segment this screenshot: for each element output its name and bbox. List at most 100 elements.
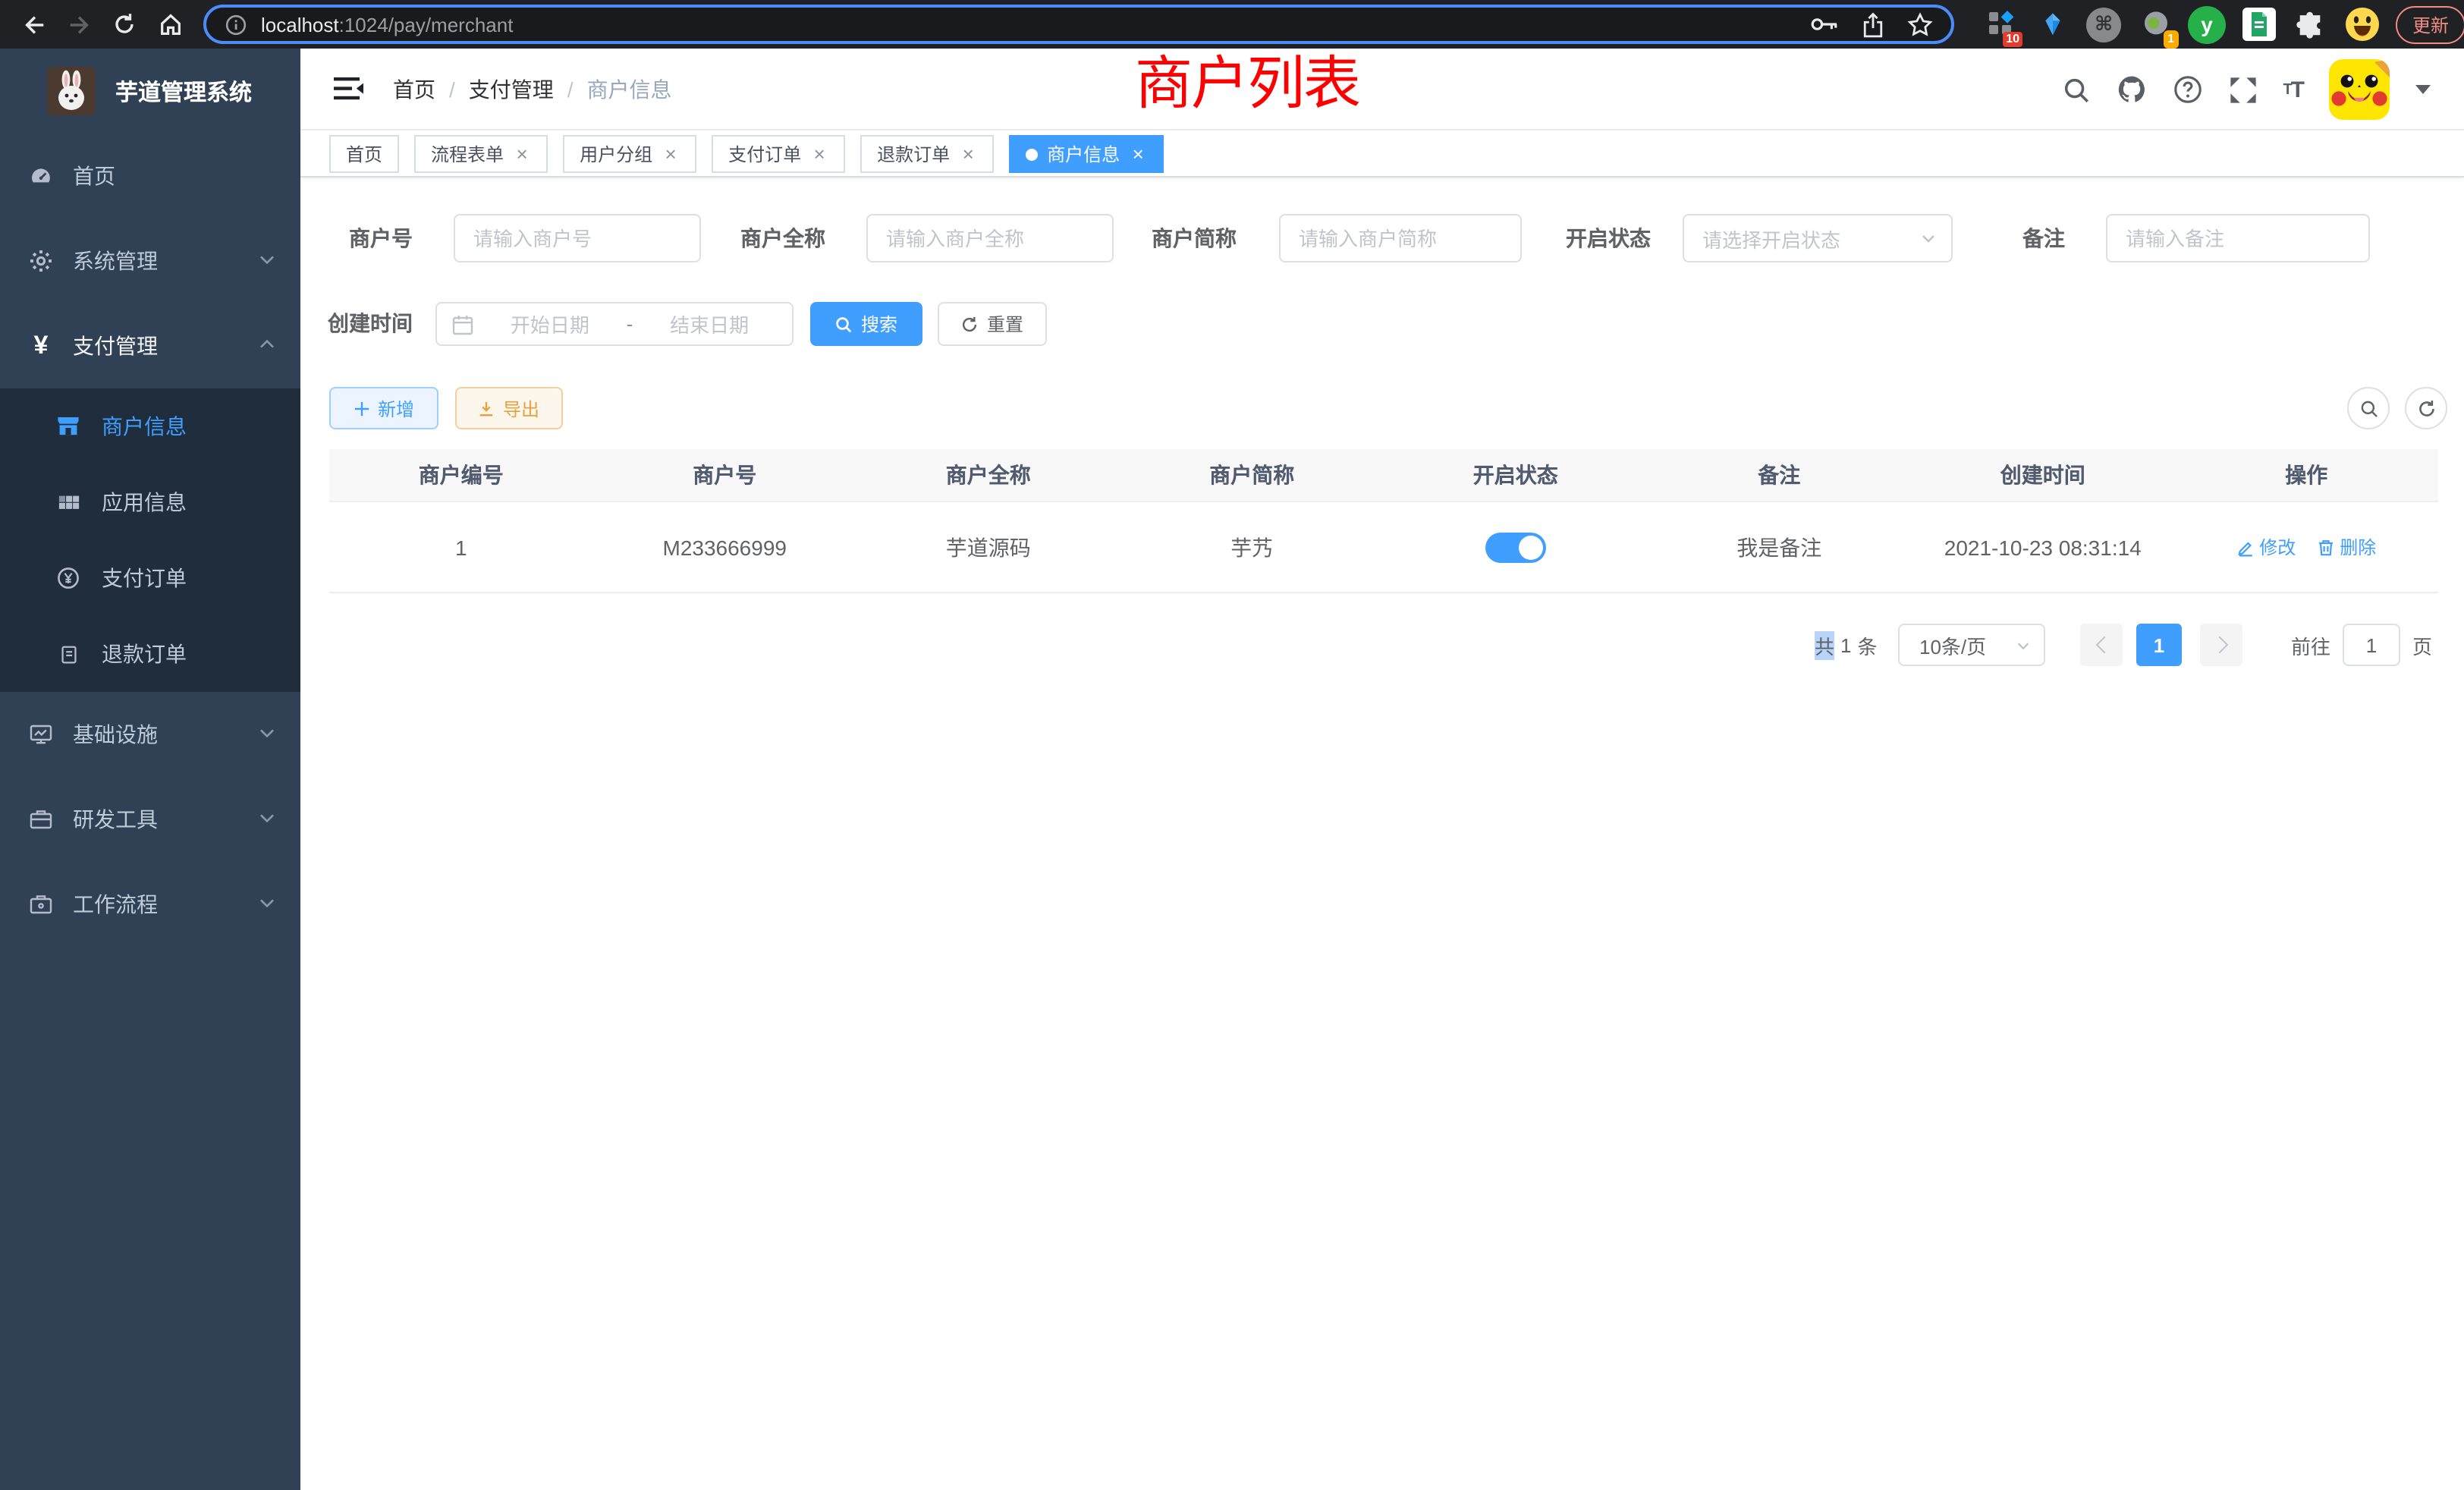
cell-actions: 修改 删除 [2175, 502, 2439, 592]
breadcrumb-home[interactable]: 首页 [393, 74, 435, 104]
status-toggle[interactable] [1485, 532, 1546, 562]
forward-arrow-icon [66, 11, 92, 37]
tab-refund-order[interactable]: 退款订单× [860, 135, 994, 173]
extension-y-icon[interactable]: y [2188, 5, 2226, 43]
sidebar-item-label: 退款订单 [102, 639, 187, 669]
avatar[interactable] [2329, 59, 2390, 120]
chevron-down-icon [258, 249, 276, 273]
sidebar-item-merchant-info[interactable]: 商户信息 [0, 388, 300, 464]
navbar-actions: TT [2061, 49, 2431, 130]
font-size-icon[interactable]: TT [2283, 77, 2303, 102]
extension-profile-icon[interactable]: 1 [2136, 5, 2174, 43]
total-count: 1 [1840, 633, 1851, 656]
browser-back-button[interactable] [12, 3, 55, 46]
search-icon[interactable] [2061, 75, 2090, 104]
tab-close-icon[interactable]: × [513, 143, 531, 165]
sidebar-item-payment-order[interactable]: 支付订单 [0, 540, 300, 616]
merchant-short-input[interactable] [1279, 214, 1522, 262]
address-bar[interactable]: localhost:1024/pay/merchant [203, 5, 1954, 44]
sidebar-item-infrastructure[interactable]: 基础设施 [0, 692, 300, 777]
tab-process-form[interactable]: 流程表单× [414, 135, 548, 173]
breadcrumb-payment[interactable]: 支付管理 [469, 74, 554, 104]
browser-window: localhost:1024/pay/merchant 10 ⌘ 1 [0, 0, 2464, 1490]
back-arrow-icon [20, 11, 46, 37]
reset-button[interactable]: 重置 [938, 302, 1047, 346]
pagination-total: 共 1 条 [1815, 624, 1878, 666]
tags-view-bar: 首页 流程表单× 用户分组× 支付订单× 退款订单× 商户信息 × [300, 130, 2464, 178]
search-button[interactable]: 搜索 [810, 302, 922, 346]
sidebar-collapse-button[interactable] [334, 75, 367, 102]
extension-badge: 1 [2163, 30, 2179, 48]
extension-badge: 10 [2003, 31, 2022, 46]
add-button[interactable]: 新增 [329, 387, 438, 429]
extension-grid-icon[interactable]: 10 [1982, 5, 2019, 43]
tab-close-icon[interactable]: × [959, 143, 977, 165]
sidebar-item-label: 商户信息 [102, 411, 187, 442]
bookmark-star-icon[interactable] [1907, 11, 1933, 37]
create-time-range-picker[interactable]: 开始日期 - 结束日期 [435, 302, 794, 346]
sidebar-item-refund-order[interactable]: 退款订单 [0, 616, 300, 692]
tab-close-icon[interactable]: × [1129, 143, 1147, 165]
browser-update-button[interactable]: 更新 [2396, 5, 2464, 43]
delete-link[interactable]: 删除 [2317, 534, 2376, 560]
refresh-table-button[interactable] [2405, 387, 2447, 429]
sidebar-item-home[interactable]: 首页 [0, 134, 300, 218]
share-icon[interactable] [1863, 11, 1883, 37]
prev-page-button[interactable] [2080, 624, 2123, 666]
tab-user-group[interactable]: 用户分组× [563, 135, 696, 173]
export-button[interactable]: 导出 [455, 387, 563, 429]
tab-label: 商户信息 [1047, 141, 1120, 167]
show-search-toggle-button[interactable] [2347, 387, 2390, 429]
calendar-icon [452, 313, 473, 335]
column-header: 商户编号 [329, 449, 593, 501]
extension-sheet-icon[interactable] [2239, 5, 2277, 43]
cell-merchant-no: M233666999 [593, 502, 857, 592]
fullscreen-icon[interactable] [2228, 75, 2257, 104]
browser-refresh-button[interactable] [103, 3, 146, 46]
sidebar-item-workflow[interactable]: 工作流程 [0, 862, 300, 947]
goto-page-input[interactable] [2343, 624, 2400, 666]
sidebar-item-payment[interactable]: ¥ 支付管理 [0, 303, 300, 388]
cell-remark: 我是备注 [1648, 502, 1912, 592]
extension-puzzle-icon[interactable] [2291, 5, 2329, 43]
status-select[interactable]: 请选择开启状态 [1683, 214, 1953, 262]
password-key-icon[interactable] [1810, 15, 1839, 33]
page-number-button[interactable]: 1 [2136, 624, 2182, 666]
extension-gem-icon[interactable] [2033, 5, 2071, 43]
page-size-select[interactable]: 10条/页 [1898, 624, 2045, 666]
edit-link[interactable]: 修改 [2236, 534, 2296, 560]
merchant-name-input[interactable] [866, 214, 1114, 262]
sidebar-item-label: 首页 [73, 161, 115, 191]
refresh-icon [2416, 398, 2436, 418]
rabbit-logo-icon [47, 67, 96, 115]
browser-forward-button[interactable] [58, 3, 100, 46]
merchant-no-input[interactable] [454, 214, 701, 262]
sidebar-item-system[interactable]: 系统管理 [0, 218, 300, 303]
tab-close-icon[interactable]: × [810, 143, 828, 165]
tab-merchant-info[interactable]: 商户信息 × [1009, 135, 1164, 173]
column-header: 创建时间 [1911, 449, 2175, 501]
info-icon[interactable] [225, 13, 247, 36]
sidebar-item-app-info[interactable]: 应用信息 [0, 464, 300, 540]
sidebar-item-label: 基础设施 [73, 719, 158, 750]
next-page-button[interactable] [2200, 624, 2242, 666]
page-content: 商户号 商户全称 商户简称 开启状态 请选择开启状态 备注 创建时间 开始日期 [300, 179, 2464, 1490]
help-icon[interactable] [2172, 74, 2202, 105]
pikachu-avatar-icon [2329, 59, 2390, 120]
remark-input[interactable] [2106, 214, 2370, 262]
tab-home[interactable]: 首页 [329, 135, 399, 173]
gear-icon [27, 249, 55, 273]
avatar-caret-icon[interactable] [2415, 85, 2431, 94]
tab-close-icon[interactable]: × [662, 143, 680, 165]
extension-command-icon[interactable]: ⌘ [2085, 5, 2123, 43]
sidebar-logo[interactable]: 芋道管理系统 [0, 49, 300, 134]
tab-label: 首页 [346, 141, 382, 167]
browser-home-button[interactable] [149, 3, 191, 46]
extension-emoji-icon[interactable] [2343, 5, 2381, 43]
delete-link-label: 删除 [2340, 534, 2376, 560]
sheet-icon [2242, 8, 2275, 41]
tab-payment-order[interactable]: 支付订单× [712, 135, 845, 173]
sidebar-item-dev-tools[interactable]: 研发工具 [0, 777, 300, 862]
github-icon[interactable] [2116, 74, 2146, 105]
goto-label: 前往 [2291, 624, 2330, 666]
